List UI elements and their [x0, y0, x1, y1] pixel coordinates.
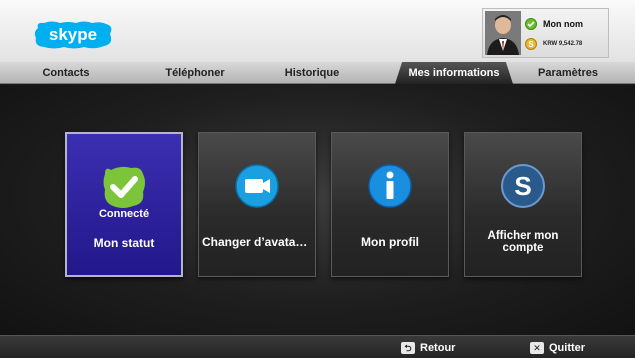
- tile-changer-avatar[interactable]: Changer d’avatar…: [198, 132, 316, 277]
- profile-box[interactable]: Mon nom S KRW 9,542.78: [482, 8, 609, 58]
- quit-label: Quitter: [549, 341, 586, 354]
- tile-afficher-compte[interactable]: S Afficher mon compte: [464, 132, 582, 277]
- quit-button[interactable]: ✕ Quitter: [530, 340, 585, 355]
- tab-historique[interactable]: Historique: [262, 62, 362, 84]
- tile-mon-statut[interactable]: Connecté Mon statut: [65, 132, 183, 277]
- svg-text:skype: skype: [49, 25, 97, 44]
- footer: ⮌ Retour ✕ Quitter: [0, 335, 635, 358]
- info-icon: [368, 164, 412, 208]
- online-status-icon: [525, 18, 537, 30]
- tile-label: Changer d’avatar…: [202, 235, 313, 249]
- back-label: Retour: [420, 341, 456, 354]
- return-key-icon: ⮌: [401, 341, 415, 354]
- tab-telephoner[interactable]: Téléphoner: [145, 62, 245, 84]
- header: skype Mon nom S KRW 9,542.78: [0, 0, 635, 62]
- credit-balance: KRW 9,542.78: [543, 41, 583, 47]
- tab-contacts[interactable]: Contacts: [16, 62, 116, 84]
- tab-parametres[interactable]: Paramètres: [518, 62, 618, 84]
- check-bubble-icon: [103, 166, 145, 208]
- user-name: Mon nom: [543, 19, 583, 29]
- svg-text:S: S: [514, 171, 531, 201]
- skype-logo: skype: [34, 21, 112, 49]
- tab-bar: Contacts Téléphoner Historique Mes infor…: [0, 62, 635, 84]
- back-button[interactable]: ⮌ Retour: [401, 340, 455, 355]
- tile-label: Mon statut: [93, 236, 155, 250]
- tile-label: Afficher mon compte: [487, 230, 559, 254]
- skype-icon: S: [501, 164, 545, 208]
- tile-label: Mon profil: [361, 235, 419, 249]
- camera-icon: [235, 164, 279, 208]
- credit-coin-icon: S: [525, 38, 537, 50]
- close-key-icon: ✕: [530, 341, 544, 354]
- tile-mon-profil[interactable]: Mon profil: [331, 132, 449, 277]
- status-value: Connecté: [98, 208, 150, 220]
- tab-mes-informations[interactable]: Mes informations: [395, 62, 513, 84]
- svg-text:S: S: [528, 40, 534, 49]
- main-panel: Connecté Mon statut Changer d’avatar… Mo…: [0, 85, 635, 335]
- avatar: [485, 11, 521, 55]
